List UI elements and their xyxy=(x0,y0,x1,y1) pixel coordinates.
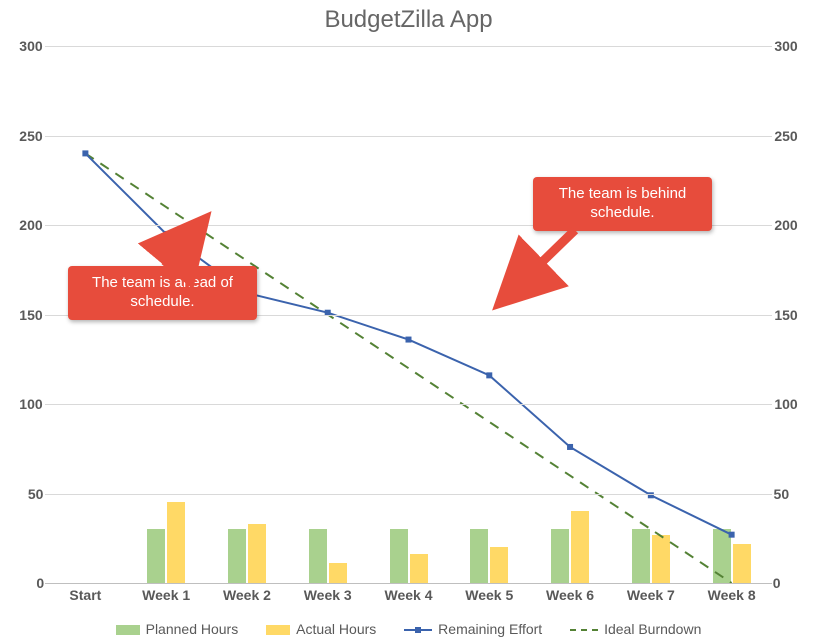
x-tick: Week 1 xyxy=(142,587,190,603)
y-tick: 100 xyxy=(19,396,42,412)
y-tick: 250 xyxy=(19,128,42,144)
y-tick: 150 xyxy=(19,307,42,323)
x-tick: Week 8 xyxy=(708,587,756,603)
y-tick: 300 xyxy=(19,38,42,54)
x-tick: Start xyxy=(69,587,101,603)
x-tick: Week 3 xyxy=(304,587,352,603)
y-tick: 300 xyxy=(774,38,797,54)
legend-ideal: Ideal Burndown xyxy=(570,621,701,637)
x-tick: Week 2 xyxy=(223,587,271,603)
annotation-behind: The team is behind schedule. xyxy=(533,177,712,231)
x-tick: Week 5 xyxy=(465,587,513,603)
legend-actual: Actual Hours xyxy=(266,621,376,637)
legend-remaining: Remaining Effort xyxy=(404,621,542,637)
x-tick: Week 7 xyxy=(627,587,675,603)
y-tick: 200 xyxy=(19,217,42,233)
annotation-ahead: The team is ahead of schedule. xyxy=(68,266,257,320)
chart-title: BudgetZilla App xyxy=(0,6,817,34)
y-tick: 0 xyxy=(773,575,781,591)
x-tick: Week 4 xyxy=(385,587,433,603)
y-tick: 50 xyxy=(774,486,790,502)
x-axis-ticks: Start Week 1 Week 2 Week 3 Week 4 Week 5 Week … xyxy=(45,587,772,607)
x-tick: Week 6 xyxy=(546,587,594,603)
y-tick: 200 xyxy=(774,217,797,233)
legend: Planned Hours Actual Hours Remaining Eff… xyxy=(0,621,817,637)
y-tick: 100 xyxy=(774,396,797,412)
y-tick: 150 xyxy=(774,307,797,323)
burndown-chart: BudgetZilla App 0 0 50 50 100 100 150 150 200 200… xyxy=(0,0,817,641)
y-tick: 0 xyxy=(36,575,44,591)
y-tick: 50 xyxy=(28,486,44,502)
legend-planned: Planned Hours xyxy=(116,621,239,637)
y-tick: 250 xyxy=(774,128,797,144)
